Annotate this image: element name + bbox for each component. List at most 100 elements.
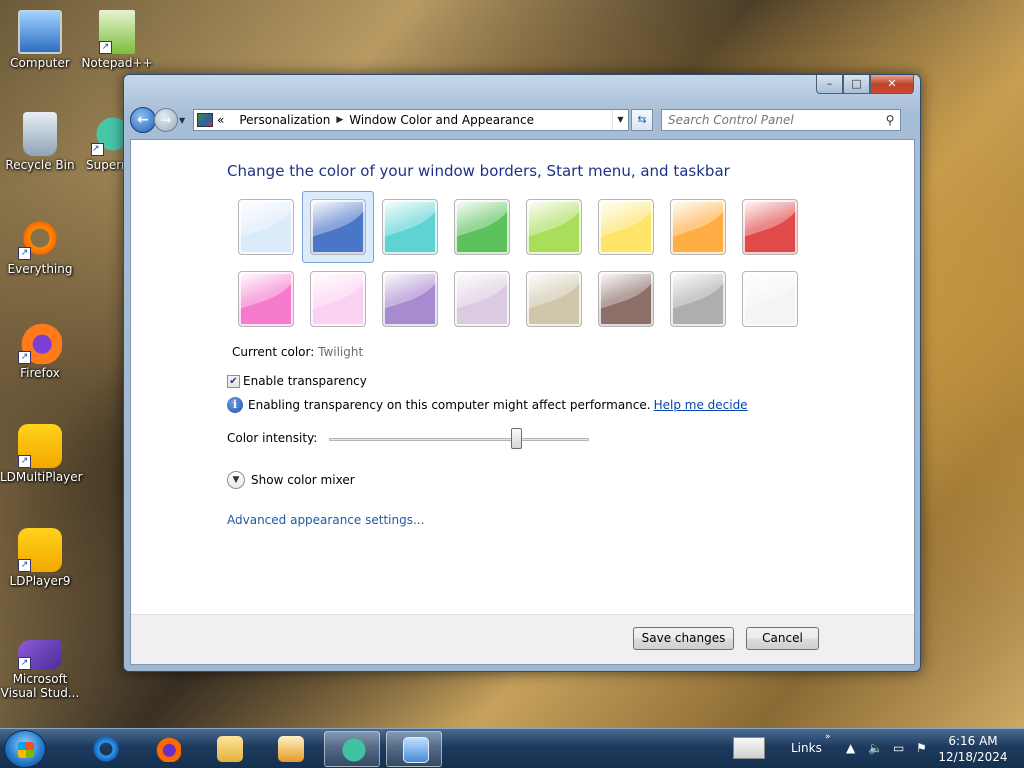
shortcut-arrow-icon: ↗ [18, 351, 31, 364]
color-swatch-blush[interactable] [742, 199, 798, 255]
recycle-bin-icon [23, 112, 57, 156]
volume-muted-icon[interactable]: 🔈 [868, 741, 883, 755]
everything-icon: ↗ [18, 216, 62, 260]
color-swatch-pumpkin[interactable] [670, 199, 726, 255]
links-toolbar[interactable]: Links [791, 741, 822, 755]
color-swatch-sky[interactable] [238, 199, 294, 255]
computer-icon [18, 10, 62, 54]
chevron-down-icon: ▼ [617, 115, 624, 124]
enable-transparency-row[interactable]: ✔ Enable transparency [227, 374, 367, 388]
color-swatch-sun[interactable] [598, 199, 654, 255]
visual-studio-icon: ↗ [18, 640, 62, 670]
desktop-icon-visual-studio[interactable]: ↗ Microsoft Visual Stud... [0, 632, 80, 700]
desktop-icon-recycle-bin[interactable]: Recycle Bin [0, 112, 80, 172]
taskbar-control-panel[interactable] [386, 731, 442, 767]
close-button[interactable]: ✕ [870, 75, 914, 94]
enable-transparency-label[interactable]: Enable transparency [243, 374, 367, 388]
action-center-flag-icon[interactable]: ⚑ [916, 741, 927, 755]
taskbar-internet-explorer[interactable] [77, 731, 133, 767]
color-swatch-fuchsia[interactable] [238, 271, 294, 327]
breadcrumb-window-color[interactable]: Window Color and Appearance [349, 113, 534, 127]
color-swatch-chocolate[interactable] [598, 271, 654, 327]
links-chevron-icon[interactable]: » [825, 732, 831, 742]
folder-icon [217, 736, 243, 762]
superm-icon: ↗ [91, 112, 123, 156]
color-swatch-lime[interactable] [526, 199, 582, 255]
clock-date: 12/18/2024 [938, 750, 1008, 764]
desktop-icon-label: Microsoft Visual Stud... [0, 672, 80, 700]
color-swatch-frost[interactable] [742, 271, 798, 327]
network-icon[interactable]: ▭ [893, 741, 904, 755]
breadcrumb-separator-icon[interactable]: ▶ [336, 115, 343, 125]
desktop-icon-label: Everything [7, 262, 73, 276]
desktop-icon-firefox[interactable]: ↗ Firefox [0, 320, 80, 380]
help-me-decide-link[interactable]: Help me decide [654, 398, 748, 412]
control-panel-icon [197, 113, 213, 127]
color-swatch-twilight[interactable] [310, 199, 366, 255]
show-color-mixer-label[interactable]: Show color mixer [251, 473, 355, 487]
advanced-appearance-link[interactable]: Advanced appearance settings... [227, 513, 424, 527]
address-dropdown-button[interactable]: ▼ [612, 110, 628, 130]
current-color-label: Current color: [232, 345, 315, 359]
search-icon[interactable]: ⚲ [880, 113, 900, 127]
ldplayer-icon: ↗ [18, 528, 62, 572]
desktop-icon-label: Notepad++ [81, 56, 153, 70]
dialog-footer: Save changes Cancel [131, 614, 914, 664]
cancel-button[interactable]: Cancel [746, 627, 819, 650]
refresh-button[interactable]: ⇆ [631, 109, 653, 131]
shortcut-arrow-icon: ↗ [18, 559, 31, 572]
color-swatch-lilac[interactable] [310, 271, 366, 327]
clock[interactable]: 6:16 AM 12/18/2024 [933, 733, 1013, 765]
color-swatch-lavender[interactable] [454, 271, 510, 327]
chevron-down-icon: ▼ [179, 115, 186, 125]
color-intensity-slider[interactable] [329, 438, 589, 441]
taskbar-firefox[interactable] [139, 731, 195, 767]
pen-input-icon[interactable] [733, 737, 765, 759]
show-color-mixer-toggle[interactable]: ▼ Show color mixer [227, 471, 355, 489]
desktop-icon-superm[interactable]: ↗ Superm [77, 112, 123, 172]
chevron-down-icon[interactable]: ▼ [227, 471, 245, 489]
page-title: Change the color of your window borders,… [227, 162, 730, 180]
color-intensity-label: Color intensity: [227, 431, 318, 445]
content-pane: Change the color of your window borders,… [130, 139, 915, 665]
desktop-icon-ldplayer9[interactable]: ↗ LDPlayer9 [0, 528, 80, 588]
minimize-button[interactable]: – [816, 75, 843, 94]
desktop-icon-everything[interactable]: ↗ Everything [0, 216, 80, 276]
shortcut-arrow-icon: ↗ [18, 657, 31, 670]
desktop-icon-computer[interactable]: Computer [0, 10, 80, 70]
recent-pages-button[interactable]: ▼ [179, 116, 189, 125]
taskbar-superm[interactable] [324, 731, 380, 767]
current-color-value: Twilight [318, 345, 364, 359]
address-overflow-button[interactable]: « [217, 113, 224, 127]
clock-time: 6:16 AM [948, 734, 998, 748]
desktop-icon-label: Superm [86, 158, 123, 172]
breadcrumb-personalization[interactable]: Personalization [239, 113, 330, 127]
search-input[interactable] [668, 113, 868, 127]
maximize-button[interactable]: □ [843, 75, 870, 94]
shortcut-arrow-icon: ↗ [18, 247, 31, 260]
search-box[interactable]: ⚲ [661, 109, 901, 131]
firefox-icon: ↗ [18, 320, 62, 364]
superm-icon [341, 737, 367, 763]
media-player-icon [278, 736, 304, 762]
show-hidden-icons-button[interactable]: ▲ [846, 741, 855, 755]
forward-button[interactable]: → [154, 108, 178, 132]
shortcut-arrow-icon: ↗ [99, 41, 112, 54]
shortcut-arrow-icon: ↗ [91, 143, 104, 156]
color-swatch-slate[interactable] [670, 271, 726, 327]
color-swatch-violet[interactable] [382, 271, 438, 327]
taskbar-media-player[interactable] [262, 731, 318, 767]
desktop-icon-label: LDPlayer9 [9, 574, 71, 588]
color-intensity-thumb[interactable] [511, 428, 522, 449]
back-button[interactable]: ← [130, 107, 156, 133]
color-swatch-leaf[interactable] [454, 199, 510, 255]
desktop-icon-notepadpp[interactable]: ↗ Notepad++ [77, 10, 157, 70]
desktop-icon-ldmultiplayer[interactable]: ↗ LDMultiPlayer [0, 424, 83, 484]
save-changes-button[interactable]: Save changes [633, 627, 734, 650]
color-swatch-taupe[interactable] [526, 271, 582, 327]
start-button[interactable] [4, 730, 46, 768]
taskbar-file-explorer[interactable] [201, 731, 257, 767]
color-swatch-sea[interactable] [382, 199, 438, 255]
address-bar[interactable]: « Personalization ▶ Window Color and App… [193, 109, 629, 131]
enable-transparency-checkbox[interactable]: ✔ [227, 374, 240, 388]
